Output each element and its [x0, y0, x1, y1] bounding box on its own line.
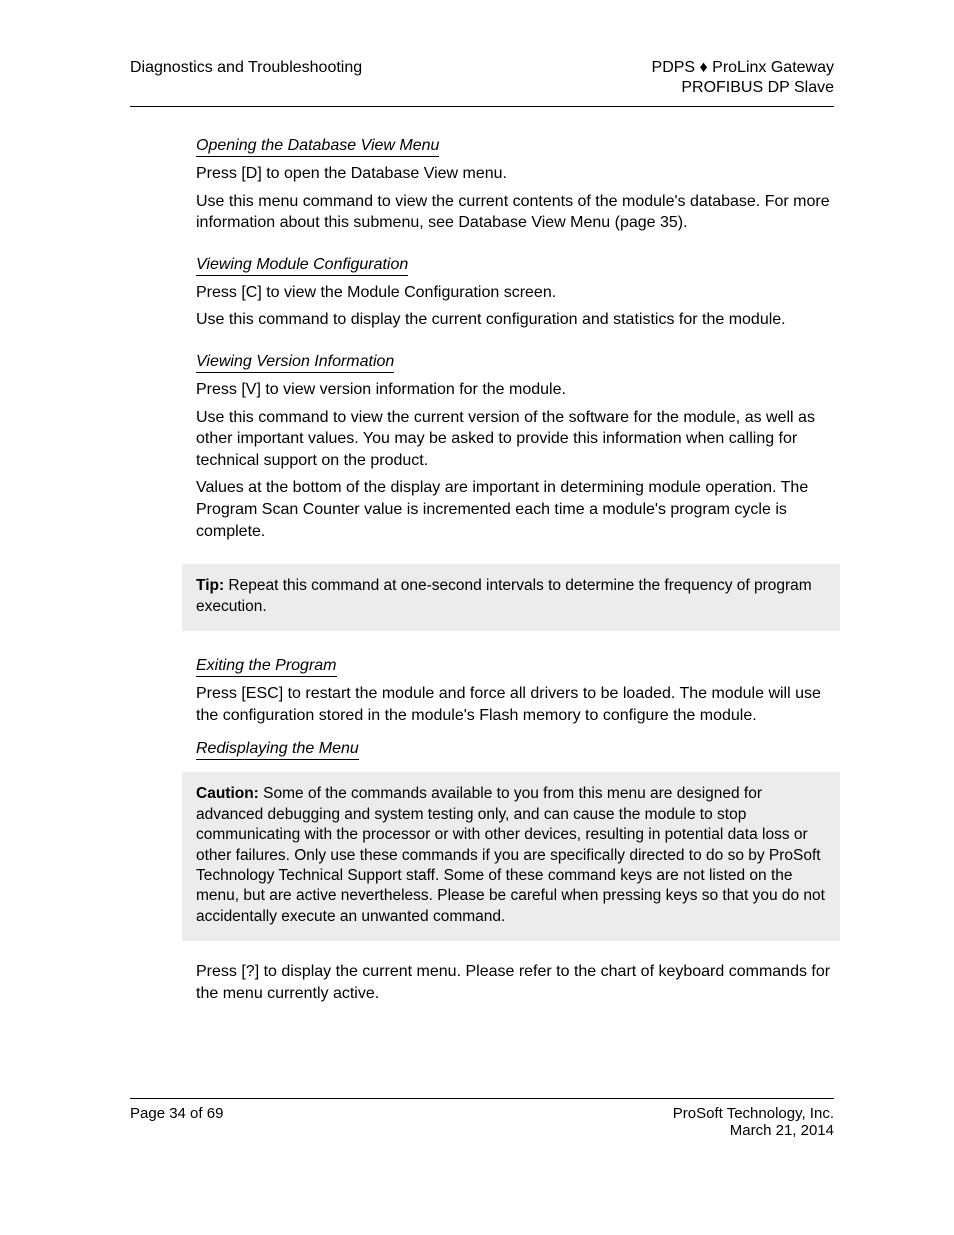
- section-module-config: Viewing Module Configuration Press [C] t…: [196, 256, 834, 331]
- section-body: Press [?] to display the current menu. P…: [196, 961, 834, 1004]
- body-line: Press [ESC] to restart the module and fo…: [196, 683, 834, 726]
- section-heading: Redisplaying the Menu: [196, 740, 359, 760]
- tip-box: Tip: Repeat this command at one-second i…: [182, 564, 840, 631]
- header-right-line2: PROFIBUS DP Slave: [652, 78, 834, 98]
- header-right-line1: PDPS ♦ ProLinx Gateway: [652, 58, 834, 78]
- section-version-info: Viewing Version Information Press [V] to…: [196, 353, 834, 542]
- footer-right-line2: March 21, 2014: [673, 1122, 834, 1139]
- page-header: Diagnostics and Troubleshooting PDPS ♦ P…: [130, 58, 834, 98]
- section-heading: Opening the Database View Menu: [196, 137, 439, 157]
- caution-label: Caution:: [196, 785, 259, 802]
- page-footer: Page 34 of 69 ProSoft Technology, Inc. M…: [130, 1098, 834, 1139]
- body-line: Press [?] to display the current menu. P…: [196, 961, 834, 1004]
- section-body: Press [ESC] to restart the module and fo…: [196, 683, 834, 726]
- body-line: Use this command to display the current …: [196, 309, 834, 331]
- section-heading: Viewing Module Configuration: [196, 256, 408, 276]
- caution-text: Some of the commands available to you fr…: [196, 785, 825, 925]
- tip-label: Tip:: [196, 577, 224, 594]
- section-body: Press [C] to view the Module Configurati…: [196, 282, 834, 331]
- caution-box: Caution: Some of the commands available …: [182, 772, 840, 941]
- body-line: Press [D] to open the Database View menu…: [196, 163, 834, 185]
- footer-row: Page 34 of 69 ProSoft Technology, Inc. M…: [130, 1105, 834, 1139]
- section-body: Press [D] to open the Database View menu…: [196, 163, 834, 234]
- section-redisplay: Redisplaying the Menu: [196, 740, 834, 766]
- footer-right: ProSoft Technology, Inc. March 21, 2014: [673, 1105, 834, 1139]
- body-line: Use this command to view the current ver…: [196, 407, 834, 472]
- header-right: PDPS ♦ ProLinx Gateway PROFIBUS DP Slave: [652, 58, 834, 98]
- body-line: Values at the bottom of the display are …: [196, 477, 834, 542]
- footer-left: Page 34 of 69: [130, 1105, 223, 1139]
- section-db-view: Opening the Database View Menu Press [D]…: [196, 137, 834, 234]
- section-body: Press [V] to view version information fo…: [196, 379, 834, 542]
- section-after-caution: Press [?] to display the current menu. P…: [196, 961, 834, 1004]
- section-heading: Exiting the Program: [196, 657, 337, 677]
- body-line: Press [V] to view version information fo…: [196, 379, 834, 401]
- section-exiting: Exiting the Program Press [ESC] to resta…: [196, 657, 834, 726]
- body-line: Use this menu command to view the curren…: [196, 191, 834, 234]
- section-heading: Viewing Version Information: [196, 353, 394, 373]
- footer-right-line1: ProSoft Technology, Inc.: [673, 1105, 834, 1122]
- header-left: Diagnostics and Troubleshooting: [130, 58, 362, 78]
- document-page: Diagnostics and Troubleshooting PDPS ♦ P…: [0, 0, 954, 1235]
- body-line: Press [C] to view the Module Configurati…: [196, 282, 834, 304]
- header-rule: [130, 106, 834, 107]
- tip-text: Repeat this command at one-second interv…: [196, 577, 812, 614]
- footer-rule: [130, 1098, 834, 1099]
